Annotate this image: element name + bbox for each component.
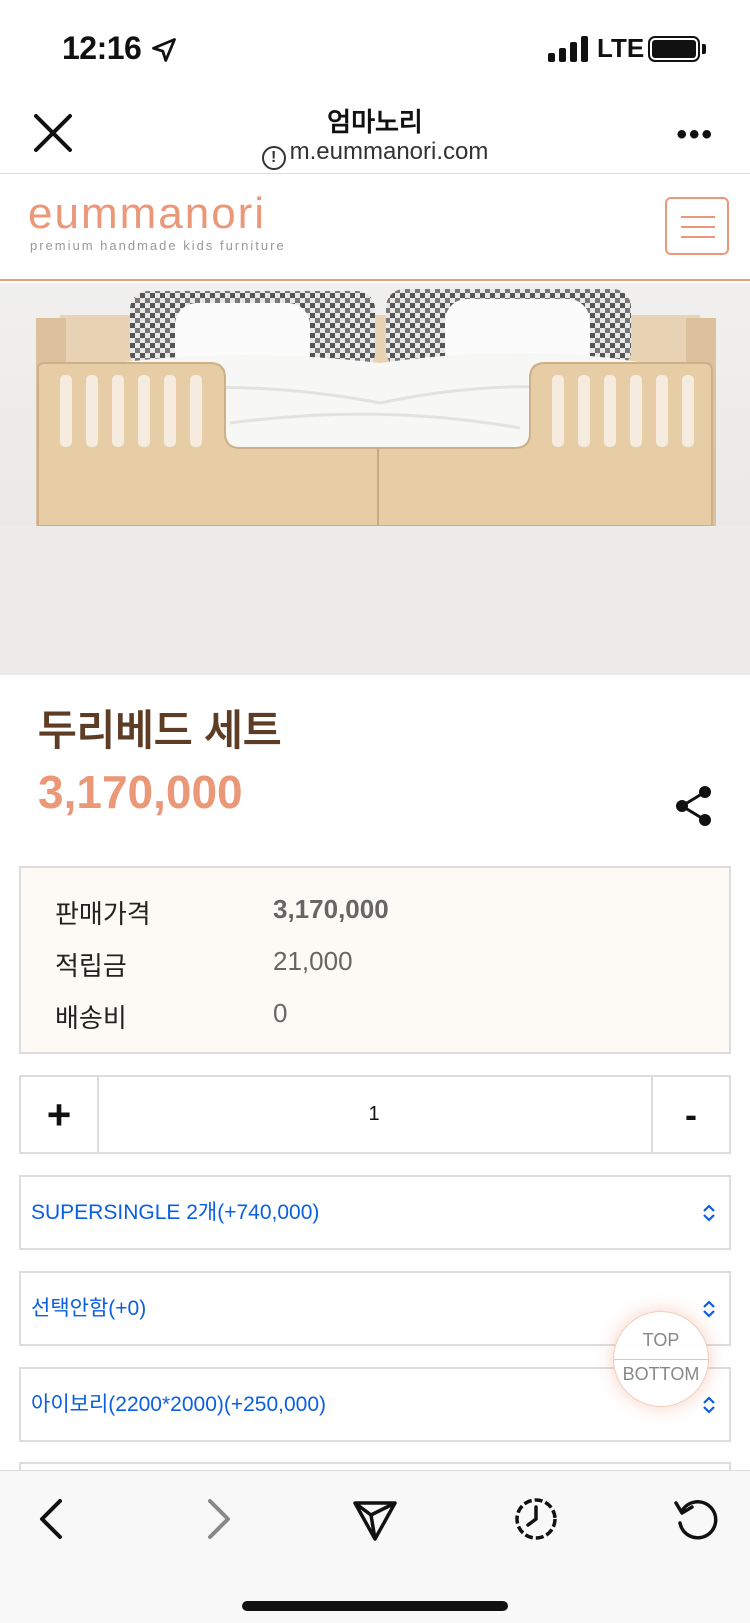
quantity-minus-button[interactable]: -: [651, 1077, 729, 1152]
page-title: 엄마노리: [327, 107, 423, 137]
option-select-value: SUPERSINGLE 2개(+740,000): [31, 1201, 320, 1224]
url-text: m.eummanori.com: [289, 138, 489, 165]
menu-icon[interactable]: [665, 197, 729, 255]
info-label-price: 판매가격: [55, 899, 151, 929]
forward-icon[interactable]: [190, 1493, 242, 1545]
product-price: 3,170,000: [38, 766, 243, 818]
scroll-top-label[interactable]: TOP: [614, 1330, 708, 1351]
location-arrow-icon: [152, 38, 176, 62]
reload-icon[interactable]: [670, 1493, 722, 1545]
option-select-value: 선택안함(+0): [31, 1297, 147, 1320]
price-info-box: 판매가격 3,170,000 적립금 21,000 배송비 0: [19, 866, 731, 1054]
browser-header: 엄마노리 ! m.eummanori.com •••: [0, 96, 750, 174]
info-label-points: 적립금: [55, 951, 127, 981]
info-label-shipping: 배송비: [55, 1003, 127, 1033]
back-icon[interactable]: [28, 1493, 80, 1545]
url-bar[interactable]: ! m.eummanori.com: [0, 138, 750, 170]
more-icon[interactable]: •••: [676, 118, 714, 152]
scroll-bottom-label[interactable]: BOTTOM: [614, 1364, 708, 1385]
chevron-updown-icon: [703, 1204, 715, 1222]
product-name: 두리베드 세트: [38, 707, 282, 754]
home-indicator[interactable]: [242, 1601, 508, 1611]
status-bar: 12:16 LTE: [0, 0, 750, 96]
history-icon[interactable]: [510, 1493, 562, 1545]
option-select-value: 아이보리(2200*2000)(+250,000): [31, 1393, 327, 1416]
product-image: [0, 283, 750, 675]
quantity-stepper: + 1 -: [19, 1075, 731, 1154]
info-icon[interactable]: !: [261, 146, 286, 170]
site-tagline: premium handmade kids furniture: [30, 238, 286, 253]
network-label: LTE: [597, 33, 645, 63]
site-header: eummanori premium handmade kids furnitur…: [0, 175, 750, 281]
browser-toolbar: [0, 1470, 750, 1623]
chevron-updown-icon: [703, 1300, 715, 1318]
info-value-points: 21,000: [273, 946, 353, 976]
option-select-size[interactable]: SUPERSINGLE 2개(+740,000): [19, 1175, 731, 1250]
quantity-input[interactable]: 1: [99, 1077, 649, 1152]
site-logo[interactable]: eummanori: [28, 189, 266, 239]
status-time: 12:16: [62, 30, 142, 66]
info-value-shipping: 0: [273, 998, 288, 1028]
chevron-updown-icon: [703, 1396, 715, 1414]
signal-icon: [548, 36, 590, 62]
send-icon[interactable]: [349, 1493, 401, 1545]
battery-icon: [648, 36, 700, 62]
info-value-price: 3,170,000: [273, 894, 389, 924]
share-icon[interactable]: [672, 784, 716, 828]
quantity-plus-button[interactable]: +: [21, 1077, 99, 1152]
scroll-top-bottom-button[interactable]: TOP BOTTOM: [613, 1311, 709, 1407]
